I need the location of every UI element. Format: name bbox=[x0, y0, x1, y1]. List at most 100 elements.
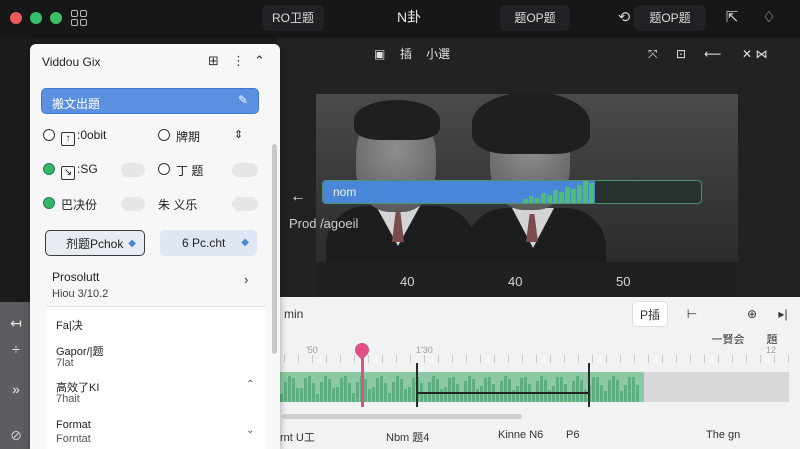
footer-label-1: rnt U工 bbox=[280, 432, 315, 444]
clip-marker-2[interactable] bbox=[588, 363, 590, 407]
preview-tool-label-2[interactable]: 小選 bbox=[426, 45, 450, 63]
editor-title: Viddou Gix bbox=[42, 55, 101, 69]
topbar-chip-2[interactable]: 题OP题 bbox=[500, 5, 570, 31]
sort-icon[interactable]: ⇕ bbox=[234, 128, 243, 141]
sync-icon[interactable]: ⟲ bbox=[612, 6, 636, 30]
timeline-p-button[interactable]: P插 bbox=[632, 301, 668, 327]
waveform-bar bbox=[544, 379, 547, 402]
waveform-bar bbox=[324, 376, 327, 402]
waveform-bar bbox=[288, 376, 291, 402]
waveform-bar bbox=[304, 378, 307, 402]
back-icon[interactable]: ⟵ bbox=[704, 45, 721, 63]
video-frame[interactable] bbox=[316, 94, 738, 262]
topbar-chip-3[interactable]: 题OP题 bbox=[634, 5, 706, 31]
comment-icon[interactable]: ▣ bbox=[374, 45, 385, 63]
overlay-track[interactable]: nom bbox=[322, 180, 702, 204]
tools-icon[interactable]: ✕ ⋈ bbox=[742, 45, 767, 63]
waveform-bar bbox=[508, 379, 511, 402]
format-dropdown[interactable]: 6 Pc.cht ◆ bbox=[160, 230, 257, 256]
fast-forward-icon[interactable]: » bbox=[0, 374, 32, 404]
section-subtitle: Hiou 3/10.2 bbox=[52, 288, 109, 300]
split-icon[interactable]: ÷ bbox=[0, 334, 32, 364]
chevron-icon[interactable]: ⌃ bbox=[246, 379, 254, 390]
card-item-1-title[interactable]: Fa|决 bbox=[56, 317, 83, 333]
option-5-label: 巴决份 bbox=[61, 198, 98, 212]
option-2[interactable]: 牌期 ⇕ bbox=[158, 126, 268, 146]
waveform-bar bbox=[384, 383, 387, 402]
share-icon[interactable]: ⊞ bbox=[208, 53, 219, 69]
waveform-bar bbox=[424, 392, 427, 402]
close-window-button[interactable] bbox=[10, 12, 22, 24]
waveform-bar bbox=[632, 377, 635, 402]
radio-4[interactable] bbox=[158, 163, 170, 175]
waveform-bar bbox=[436, 379, 439, 402]
topbar-chip-1[interactable]: RO卫题 bbox=[262, 5, 324, 31]
option-1[interactable]: ↑:0obit bbox=[43, 126, 143, 146]
snap-icon[interactable]: ⊕ bbox=[740, 301, 764, 327]
preview-ruler: 40 40 50 bbox=[316, 262, 738, 300]
chevron-down-icon: ◆ bbox=[241, 237, 249, 248]
clip-marker-1[interactable] bbox=[416, 363, 418, 407]
waveform-bar bbox=[624, 385, 627, 402]
title-bar: RO卫题 N卦 题OP题 ⟲ 题OP题 ⇱ ♢ bbox=[0, 0, 800, 38]
card-item-4-title[interactable]: Format bbox=[56, 419, 91, 431]
preview-tool-label-1[interactable]: 插 bbox=[400, 45, 412, 63]
safe-area-icon[interactable]: ⊡ bbox=[676, 45, 686, 63]
bell-icon[interactable]: ♢ bbox=[757, 6, 781, 30]
chevron-down-icon: ◆ bbox=[128, 238, 136, 249]
compass-icon[interactable]: ⊘ bbox=[0, 420, 32, 449]
option-5[interactable]: 巴决份 bbox=[43, 194, 153, 214]
card-item-4-sub: Forntat bbox=[56, 433, 91, 445]
radio-3[interactable] bbox=[43, 163, 55, 175]
waveform-bar bbox=[560, 376, 563, 402]
name-input[interactable]: 搬文出題 ✎ bbox=[41, 88, 259, 114]
preview-panel: ▣ 插 小選 ⤧ ⊡ ⟵ ✕ ⋈ 40 40 50 bbox=[276, 38, 800, 300]
waveform-bar bbox=[452, 376, 455, 402]
settings-card: Fa|决 Gapor/|题 7lat 高效了KI 7hait ⌃ Format … bbox=[46, 306, 266, 449]
waveform-bar bbox=[628, 377, 631, 402]
timeline-scrollbar[interactable] bbox=[282, 414, 522, 419]
timeline-ruler[interactable] bbox=[270, 355, 800, 363]
waveform-bar bbox=[380, 376, 383, 402]
section-title: Prosolutt bbox=[52, 270, 100, 284]
preset-dropdown[interactable]: 剂题Pchok ◆ bbox=[45, 230, 145, 256]
waveform-bar bbox=[448, 377, 451, 402]
card-item-2-sub: 7lat bbox=[56, 357, 74, 369]
waveform-bar bbox=[348, 382, 351, 402]
export-icon[interactable]: ⇱ bbox=[720, 6, 744, 30]
option-4-label: 丁 题 bbox=[176, 164, 204, 178]
radio-1[interactable] bbox=[43, 129, 55, 141]
tl-ruler-label-3: 12 bbox=[766, 345, 777, 355]
ruler-label-1: 40 bbox=[400, 274, 415, 289]
preview-toolbar: ▣ 插 小選 ⤧ ⊡ ⟵ ✕ ⋈ bbox=[276, 38, 800, 70]
waveform-bar bbox=[484, 377, 487, 402]
waveform-bar bbox=[472, 379, 475, 402]
waveform-bar bbox=[308, 376, 311, 402]
maximize-window-button[interactable] bbox=[50, 12, 62, 24]
waveform-bar bbox=[504, 376, 507, 402]
chevron-down-icon[interactable]: ⌄ bbox=[246, 425, 254, 436]
editor-scrollbar[interactable] bbox=[272, 144, 277, 354]
tool-column: ↤ ÷ » ⊘ bbox=[0, 302, 32, 449]
trim-icon[interactable]: ⊢ bbox=[680, 301, 704, 327]
empty-track-region[interactable] bbox=[644, 372, 789, 402]
radio-5[interactable] bbox=[43, 197, 55, 209]
tl-ruler-label-2: 1'30 bbox=[416, 345, 433, 355]
minimize-window-button[interactable] bbox=[30, 12, 42, 24]
collapse-icon[interactable]: ⌃ bbox=[254, 53, 265, 69]
waveform-bar bbox=[408, 386, 411, 402]
option-4[interactable]: 丁 题 bbox=[158, 160, 268, 180]
waveform-bar bbox=[312, 382, 315, 402]
option-3[interactable]: ↘:SG bbox=[43, 160, 153, 180]
fit-screen-icon[interactable]: ⤧ bbox=[648, 45, 658, 63]
pen-icon[interactable]: ✎ bbox=[238, 93, 248, 107]
back-arrow-icon[interactable]: ← bbox=[290, 188, 306, 206]
grid-icon[interactable] bbox=[71, 10, 87, 26]
option-6[interactable]: 朱 义乐 bbox=[158, 194, 268, 214]
radio-2[interactable] bbox=[158, 129, 170, 141]
forward-end-icon[interactable]: ▸| bbox=[770, 301, 796, 327]
format-dropdown-value: 6 Pc.cht bbox=[182, 236, 226, 250]
chevron-right-icon[interactable]: › bbox=[244, 272, 248, 287]
more-icon[interactable]: ⋮ bbox=[232, 53, 245, 69]
waveform-bar bbox=[344, 376, 347, 402]
